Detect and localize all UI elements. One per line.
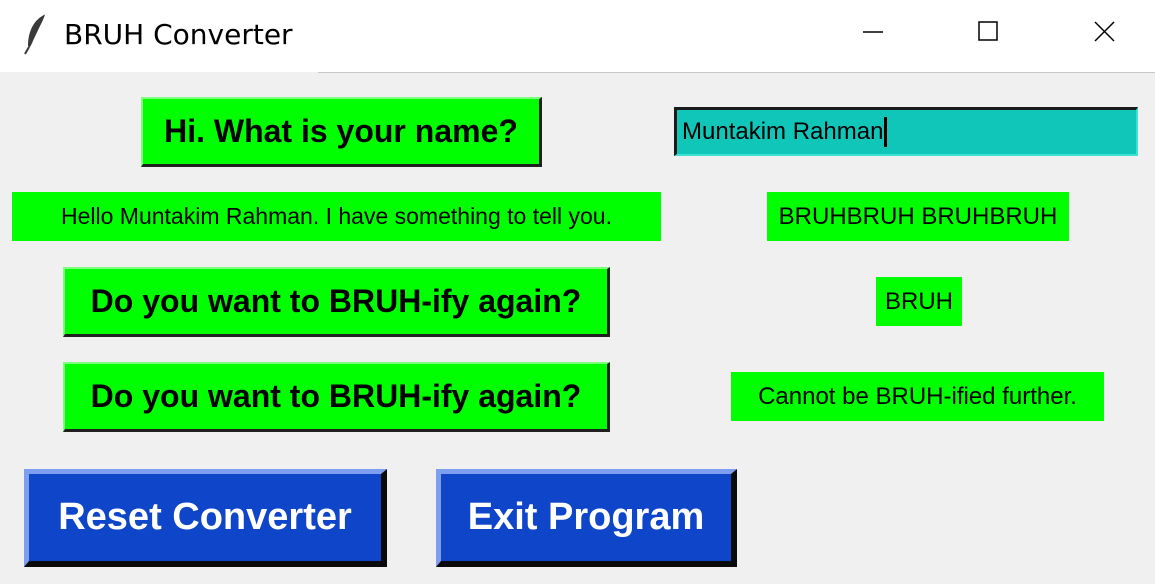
name-input[interactable]: Muntakim Rahman xyxy=(674,107,1138,156)
reset-converter-button[interactable]: Reset Converter xyxy=(24,469,387,567)
result-label-1: BRUHBRUH BRUHBRUH xyxy=(767,192,1069,241)
name-input-value: Muntakim Rahman xyxy=(682,118,884,145)
feather-icon xyxy=(24,13,47,55)
ask-name-button[interactable]: Hi. What is your name? xyxy=(141,97,542,167)
window-title: BRUH Converter xyxy=(64,18,293,51)
result-label-2: BRUH xyxy=(876,277,962,326)
text-caret xyxy=(884,117,888,147)
minimize-icon xyxy=(863,31,883,33)
minimize-button[interactable] xyxy=(815,0,931,66)
greeting-label: Hello Muntakim Rahman. I have something … xyxy=(12,192,661,241)
bruhify-again-button-1[interactable]: Do you want to BRUH-ify again? xyxy=(63,267,610,337)
maximize-button[interactable] xyxy=(930,0,1046,66)
bruhify-again-button-2[interactable]: Do you want to BRUH-ify again? xyxy=(63,362,610,432)
exit-program-button[interactable]: Exit Program xyxy=(436,469,737,567)
close-button[interactable] xyxy=(1046,0,1155,66)
result-label-3: Cannot be BRUH-ified further. xyxy=(731,372,1104,421)
close-icon xyxy=(1094,21,1115,42)
maximize-icon xyxy=(978,21,998,41)
title-bar: BRUH Converter xyxy=(0,0,1155,72)
title-bar-divider xyxy=(318,72,1155,73)
